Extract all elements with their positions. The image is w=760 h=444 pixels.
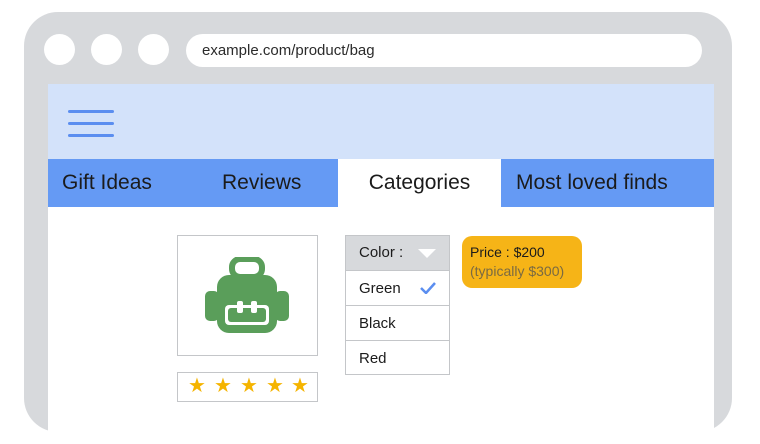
color-label: Color : [359,244,404,261]
color-dropdown: Color : Green Black Red [345,235,450,375]
tab-most-loved-finds[interactable]: Most loved finds [516,159,668,207]
site-header [48,84,714,159]
tab-reviews[interactable]: Reviews [222,159,301,207]
price-badge: Price : $200 (typically $300) [462,236,582,288]
option-label: Red [359,350,387,367]
color-option-green[interactable]: Green [346,270,449,305]
star-icon: ★ [240,375,258,397]
option-label: Green [359,280,401,297]
star-rating: ★ ★ ★ ★ ★ [177,372,318,402]
typical-price: (typically $300) [470,263,565,279]
checkmark-icon [420,282,436,294]
tab-categories[interactable]: Categories [338,159,501,207]
star-icon: ★ [266,375,284,397]
star-icon: ★ [188,375,206,397]
backpack-icon [205,257,289,333]
url-text: example.com/product/bag [202,42,375,59]
color-option-red[interactable]: Red [346,340,449,375]
star-icon: ★ [291,375,309,397]
option-label: Black [359,315,396,332]
hamburger-menu-icon[interactable] [68,110,114,138]
web-page: Gift Ideas Reviews Categories Most loved… [48,84,714,444]
window-control-dot[interactable] [91,34,122,65]
window-control-dot[interactable] [138,34,169,65]
color-select-header[interactable]: Color : [346,236,449,270]
product-image[interactable] [177,235,318,356]
browser-window: example.com/product/bag Gift Ideas Revie… [24,12,732,444]
caret-down-icon [418,249,436,258]
color-option-black[interactable]: Black [346,305,449,340]
address-bar[interactable]: example.com/product/bag [186,34,702,67]
current-price: Price : $200 [470,244,545,260]
nav-tab-bar: Gift Ideas Reviews Categories Most loved… [48,159,714,207]
window-control-dot[interactable] [44,34,75,65]
star-icon: ★ [214,375,232,397]
tab-gift-ideas[interactable]: Gift Ideas [62,159,152,207]
